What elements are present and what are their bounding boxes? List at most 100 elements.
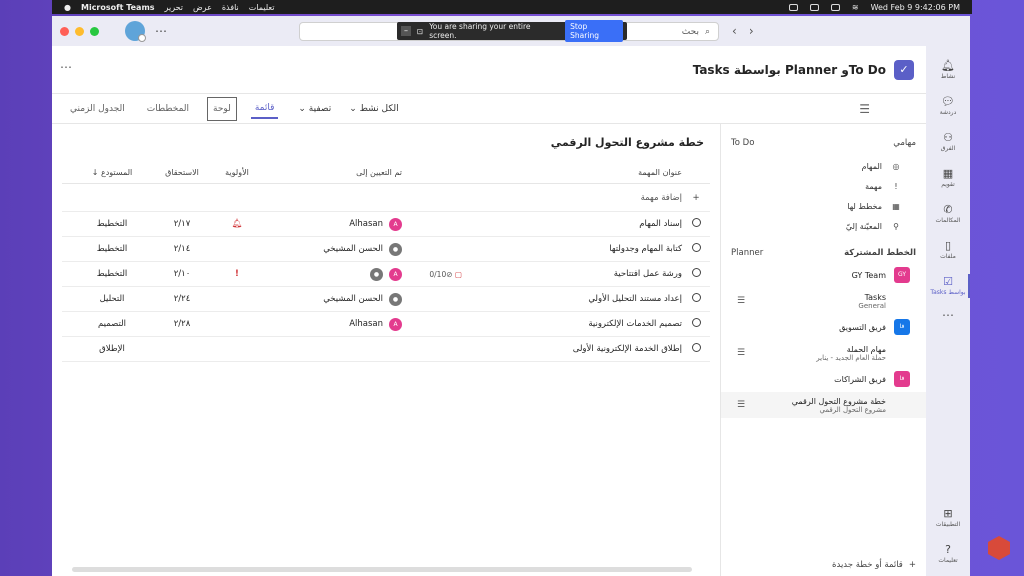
help-icon: ? (945, 543, 951, 556)
task-bucket[interactable]: التخطيط (72, 219, 152, 229)
task-bucket[interactable]: التخطيط (72, 244, 152, 254)
new-plan-label: قائمة أو خطة جديدة (832, 560, 903, 570)
apple-icon[interactable]: ● (64, 3, 71, 12)
rail-item-2[interactable]: ⚇ الفرق (926, 124, 970, 160)
task-title[interactable]: إسناد المهام (462, 219, 682, 229)
close-window-button[interactable] (60, 26, 69, 36)
column-title[interactable]: عنوان المهمة (462, 168, 682, 177)
rail-help[interactable]: ? تعليمات (926, 536, 970, 572)
task-checkbox[interactable] (682, 218, 710, 230)
horizontal-scrollbar[interactable] (72, 567, 692, 572)
plan-group-item[interactable]: فا فريق الشراكات (721, 366, 926, 392)
hamburger-icon[interactable]: ☰ (859, 102, 870, 116)
task-assignees[interactable]: A Alhasan (262, 217, 402, 231)
stop-sharing-button[interactable]: Stop Sharing (565, 20, 624, 42)
new-plan-button[interactable]: + قائمة أو خطة جديدة (832, 560, 916, 570)
task-checkbox[interactable] (682, 268, 710, 280)
task-checkbox[interactable] (682, 293, 710, 305)
plan-list-item[interactable]: خطة مشروع التحول الرقمي مشروع التحول الرق… (721, 392, 926, 418)
plan-text: خطة مشروع التحول الرقمي مشروع التحول الرق… (792, 397, 886, 414)
rail-item-1[interactable]: 💬︎ دردشة (926, 88, 970, 124)
task-assignees[interactable]: ● الحسن المشيخي (262, 242, 402, 256)
column-assigned[interactable]: تم التعيين إلى (262, 168, 402, 177)
clock[interactable]: Wed Feb 9 9:42:06 PM (871, 3, 960, 12)
task-title[interactable]: إعداد مستند التحليل الأولي (462, 294, 682, 304)
app-menu-name[interactable]: Microsoft Teams (81, 3, 155, 12)
more-options-icon[interactable]: ⋯ (155, 24, 168, 38)
table-row[interactable]: إعداد مستند التحليل الأولي ● الحسن المشيخي… (62, 287, 710, 312)
table-row[interactable]: تصميم الخدمات الإلكترونية A Alhasan ٢/٢٨ الت… (62, 312, 710, 337)
task-bucket[interactable]: التصميم (72, 319, 152, 329)
rail-item-3[interactable]: ▦ تقويم (926, 160, 970, 196)
task-due-date[interactable]: ٢/١٤ (152, 244, 212, 254)
task-due-date[interactable]: ٢/١٧ (152, 219, 212, 229)
table-row[interactable]: كتابة المهام وجدولتها ● الحسن المشيخي ٢/١٤ ا… (62, 237, 710, 262)
task-priority[interactable]: 🔔︎ (212, 219, 262, 229)
add-task-row[interactable]: + إضافة مهمة (62, 184, 710, 212)
rail-item-5[interactable]: ▯ ملفات (926, 232, 970, 268)
scope-dropdown[interactable]: ⌄ الكل نشط (349, 104, 398, 114)
back-arrow-icon[interactable]: ‹ (732, 24, 737, 38)
my-tasks-item[interactable]: ! مهمة (721, 176, 926, 196)
task-due-date[interactable]: ٢/٢٨ (152, 319, 212, 329)
menu-edit[interactable]: تحرير (165, 3, 183, 12)
more-options-icon[interactable]: ⋯ (60, 60, 72, 74)
profile-avatar[interactable] (125, 21, 146, 42)
plan-group-item[interactable]: فا فريق التسويق (721, 314, 926, 340)
filter-button[interactable]: ⌄ تصفية (298, 104, 331, 114)
minimize-banner-button[interactable]: – (401, 26, 411, 36)
task-due-date[interactable]: ٢/٢٤ (152, 294, 212, 304)
rail-item-6[interactable]: ☑ Tasks بواسط (926, 268, 970, 304)
menu-view[interactable]: عرض (193, 3, 212, 12)
share-icon: ⊡ (416, 26, 424, 36)
task-checkbox[interactable] (682, 318, 710, 330)
more-apps-icon[interactable]: ⋯ (942, 308, 954, 322)
my-tasks-item[interactable]: ⚲ المعيّنة إليّ (721, 216, 926, 236)
task-checkbox[interactable] (682, 243, 710, 255)
task-assignees[interactable]: A ● (262, 267, 402, 281)
circle-icon (691, 243, 701, 252)
task-priority[interactable]: ! (212, 269, 262, 279)
task-assignees[interactable]: ● الحسن المشيخي (262, 292, 402, 306)
my-tasks-list: ◎ المهام! مهمة ▦ مخطط لها ⚲ المعيّنة إليّ (721, 156, 926, 236)
my-tasks-item[interactable]: ◎ المهام (721, 156, 926, 176)
tab-board[interactable]: لوحة (207, 96, 237, 121)
status-icon[interactable] (788, 3, 798, 11)
window-controls (52, 26, 99, 36)
tab-list[interactable]: قائمة (250, 99, 279, 119)
plan-group-item[interactable]: GY GY Team (721, 262, 926, 288)
tab-timeline[interactable]: الجدول الزمني (66, 100, 129, 118)
task-assignees[interactable]: A Alhasan (262, 317, 402, 331)
plan-list-item[interactable]: Tasks General ☰ (721, 288, 926, 314)
menu-help[interactable]: تعليمات (249, 3, 275, 12)
minimize-window-button[interactable] (75, 26, 84, 36)
status-icon[interactable] (809, 3, 819, 11)
rail-item-0[interactable]: 🔔︎ نشاط (926, 52, 970, 88)
my-tasks-item[interactable]: ▦ مخطط لها (721, 196, 926, 216)
rail-item-4[interactable]: ✆ المكالمات (926, 196, 970, 232)
plan-list-item[interactable]: مهام الحملة حملة العام الجديد - يناير ☰ (721, 340, 926, 366)
task-bucket[interactable]: التخطيط (72, 269, 152, 279)
column-due[interactable]: الاستحقاق (152, 168, 212, 177)
table-row[interactable]: إطلاق الخدمة الإلكترونية الأولى الإطلاق (62, 337, 710, 362)
task-bucket[interactable]: الإطلاق (72, 344, 152, 354)
table-row[interactable]: إسناد المهام A Alhasan 🔔︎ ٢/١٧ التخطيط (62, 212, 710, 237)
task-checkbox[interactable] (682, 343, 710, 355)
task-bucket[interactable]: التحليل (72, 294, 152, 304)
battery-icon[interactable] (830, 3, 840, 11)
menu-window[interactable]: نافذة (222, 3, 239, 12)
task-due-date[interactable]: ٢/١٠ (152, 269, 212, 279)
zoom-window-button[interactable] (90, 26, 99, 36)
tasks-icon: ☑ (943, 275, 953, 288)
task-title[interactable]: إطلاق الخدمة الإلكترونية الأولى (462, 344, 682, 354)
rail-apps[interactable]: ⊞ التطبيقات (926, 500, 970, 536)
tab-charts[interactable]: المخططات (143, 100, 193, 118)
column-priority[interactable]: الأولوية (212, 168, 262, 177)
forward-arrow-icon[interactable]: › (749, 24, 754, 38)
wifi-icon[interactable]: ≋ (852, 3, 859, 12)
task-title[interactable]: ورشة عمل افتتاحية (462, 269, 682, 279)
column-bucket[interactable]: المستودع ↓ (72, 168, 152, 177)
task-title[interactable]: كتابة المهام وجدولتها (462, 244, 682, 254)
table-row[interactable]: ورشة عمل افتتاحية ▢ ⊘0/10 A ●! ٢/١٠ التخطيط (62, 262, 710, 287)
task-title[interactable]: تصميم الخدمات الإلكترونية (462, 319, 682, 329)
